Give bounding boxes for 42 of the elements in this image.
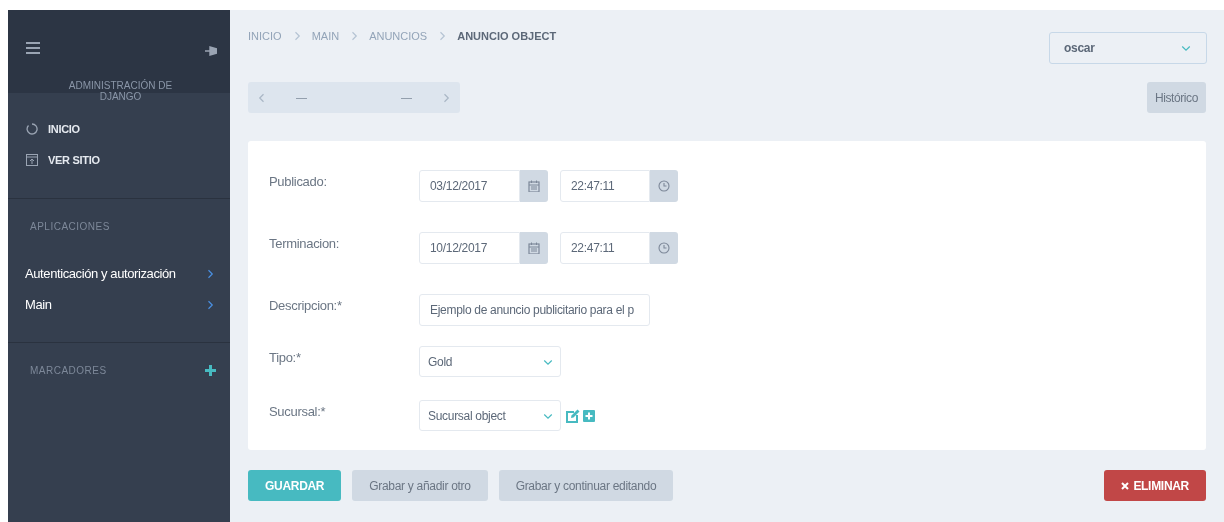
select-field[interactable]: Gold: [419, 346, 561, 377]
input-field[interactable]: 22:47:11: [560, 170, 650, 202]
calendar-icon: [528, 180, 540, 192]
calendar-icon: [528, 242, 540, 254]
edit-icon[interactable]: [566, 408, 580, 423]
clock-button[interactable]: [650, 232, 678, 264]
close-icon: [1121, 481, 1130, 490]
field-label: Descripcion:*: [269, 297, 343, 315]
add-icon[interactable]: [583, 409, 595, 422]
previous-link[interactable]: —: [256, 89, 307, 106]
delete-button[interactable]: ELIMINAR: [1104, 470, 1206, 501]
upload-window-icon: [26, 153, 38, 166]
input-field[interactable]: 10/12/2017: [419, 232, 520, 264]
sidebar-link[interactable]: VER SITIO: [26, 151, 230, 168]
field-label: Sucursal:*: [269, 403, 327, 421]
calendar-button[interactable]: [520, 232, 548, 264]
clock-icon: [658, 180, 670, 192]
calendar-button[interactable]: [520, 170, 548, 202]
app-link[interactable]: Autenticación y autorización: [25, 265, 216, 283]
secondary-button[interactable]: Grabar y añadir otro: [352, 470, 488, 501]
plus-icon[interactable]: [205, 365, 216, 376]
input-field[interactable]: Ejemplo de anuncio publicitario para el p: [419, 294, 650, 326]
field-label: Tipo:*: [269, 349, 302, 367]
input-field[interactable]: 03/12/2017: [419, 170, 520, 202]
user-select[interactable]: oscar: [1049, 32, 1207, 64]
field-label: Publicado:: [269, 173, 328, 191]
secondary-button[interactable]: Grabar y continuar editando: [498, 470, 674, 501]
breadcrumb-link[interactable]: ANUNCIO OBJECT: [457, 28, 557, 45]
clock-icon: [658, 242, 670, 254]
input-field[interactable]: 22:47:11: [560, 232, 650, 264]
field-label: Terminacion:: [269, 235, 341, 253]
select-field[interactable]: Sucursal object: [419, 400, 561, 431]
section-heading: MARCADORES: [30, 364, 107, 378]
next-link[interactable]: —: [401, 89, 452, 106]
section-heading: APLICACIONES: [29, 220, 111, 234]
history-button[interactable]: Histórico: [1146, 82, 1206, 113]
sidebar-link[interactable]: INICIO: [26, 121, 230, 138]
clock-button[interactable]: [650, 170, 678, 202]
pin-icon[interactable]: [205, 46, 217, 56]
sidebar-title: ADMINISTRACIÓN DE DJANGO: [67, 80, 174, 102]
menu-icon[interactable]: [26, 42, 40, 54]
app-link[interactable]: Main: [25, 296, 216, 314]
